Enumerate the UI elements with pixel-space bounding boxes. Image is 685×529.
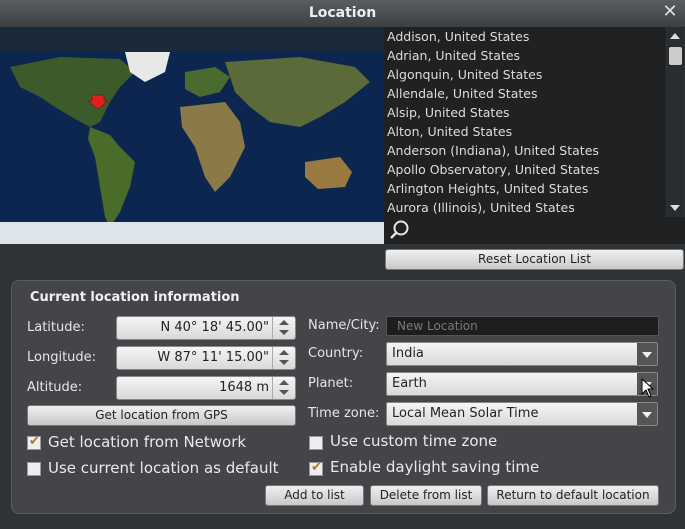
altitude-label: Altitude: xyxy=(27,380,83,395)
city-list-scrollbar[interactable] xyxy=(667,27,684,217)
latitude-spinbox[interactable]: N 40° 18' 45.00" xyxy=(116,316,296,340)
list-item[interactable]: Addison, United States xyxy=(384,27,666,46)
list-item[interactable]: Adrian, United States xyxy=(384,46,666,65)
planet-label: Planet: xyxy=(308,376,354,391)
country-value: India xyxy=(392,346,424,361)
step-down-icon[interactable] xyxy=(279,330,289,335)
world-map[interactable] xyxy=(0,27,384,244)
timezone-value: Local Mean Solar Time xyxy=(392,406,539,421)
list-item[interactable]: Alsip, United States xyxy=(384,103,666,122)
scroll-thumb[interactable] xyxy=(669,47,682,65)
window-title: Location xyxy=(308,5,377,21)
list-item[interactable]: Aurora (Illinois), United States xyxy=(384,198,666,217)
list-item[interactable]: Anderson (Indiana), United States xyxy=(384,141,666,160)
step-up-icon[interactable] xyxy=(279,380,289,385)
section-title: Current location information xyxy=(30,290,240,305)
latitude-value: N 40° 18' 45.00" xyxy=(160,320,269,335)
default-location-checkbox[interactable] xyxy=(27,462,41,476)
delete-from-list-button[interactable]: Delete from list xyxy=(370,485,482,506)
search-icon[interactable] xyxy=(388,219,412,243)
chevron-down-icon[interactable] xyxy=(637,343,657,365)
scroll-up-icon[interactable] xyxy=(670,33,680,39)
name-city-label: Name/City: xyxy=(308,318,380,333)
default-location-checkbox-label: Use current location as default xyxy=(48,459,279,477)
latitude-stepper[interactable] xyxy=(272,317,295,339)
step-up-icon[interactable] xyxy=(279,350,289,355)
name-city-input[interactable] xyxy=(387,317,658,335)
network-checkbox-label: Get location from Network xyxy=(48,433,247,451)
get-location-gps-button[interactable]: Get location from GPS xyxy=(27,405,296,426)
altitude-spinbox[interactable]: 1648 m xyxy=(116,376,296,400)
close-icon[interactable]: ✕ xyxy=(661,3,679,21)
chevron-down-icon[interactable] xyxy=(637,403,657,425)
list-item[interactable]: Allendale, United States xyxy=(384,84,666,103)
list-item[interactable]: Algonquin, United States xyxy=(384,65,666,84)
search-row xyxy=(384,217,685,244)
add-to-list-button[interactable]: Add to list xyxy=(265,485,364,506)
mouse-pointer-icon xyxy=(641,378,655,398)
network-checkbox[interactable] xyxy=(27,434,41,450)
list-item[interactable]: Arlington Heights, United States xyxy=(384,179,666,198)
longitude-spinbox[interactable]: W 87° 11' 15.00" xyxy=(116,346,296,370)
step-down-icon[interactable] xyxy=(279,390,289,395)
custom-timezone-checkbox[interactable] xyxy=(309,436,323,450)
planet-select[interactable]: Earth xyxy=(386,372,658,396)
country-label: Country: xyxy=(308,346,364,361)
reset-location-list-button[interactable]: Reset Location List xyxy=(385,249,684,270)
list-item[interactable]: Alton, United States xyxy=(384,122,666,141)
longitude-stepper[interactable] xyxy=(272,347,295,369)
timezone-label: Time zone: xyxy=(308,406,380,421)
city-list[interactable]: Addison, United States Adrian, United St… xyxy=(384,27,666,217)
name-city-field[interactable] xyxy=(386,316,659,336)
step-up-icon[interactable] xyxy=(279,320,289,325)
planet-value: Earth xyxy=(392,376,427,391)
list-item[interactable]: Apollo Observatory, United States xyxy=(384,160,666,179)
daylight-saving-checkbox-label: Enable daylight saving time xyxy=(330,458,540,476)
timezone-select[interactable]: Local Mean Solar Time xyxy=(386,402,658,426)
longitude-value: W 87° 11' 15.00" xyxy=(157,350,269,365)
daylight-saving-checkbox[interactable] xyxy=(309,460,323,476)
altitude-stepper[interactable] xyxy=(272,377,295,399)
country-select[interactable]: India xyxy=(386,342,658,366)
title-bar: Location ✕ xyxy=(0,0,685,28)
scroll-down-icon[interactable] xyxy=(670,205,680,211)
custom-timezone-checkbox-label: Use custom time zone xyxy=(330,432,498,450)
latitude-label: Latitude: xyxy=(27,320,85,335)
step-down-icon[interactable] xyxy=(279,360,289,365)
return-default-location-button[interactable]: Return to default location xyxy=(487,485,659,506)
longitude-label: Longitude: xyxy=(27,350,97,365)
altitude-value: 1648 m xyxy=(219,380,269,395)
